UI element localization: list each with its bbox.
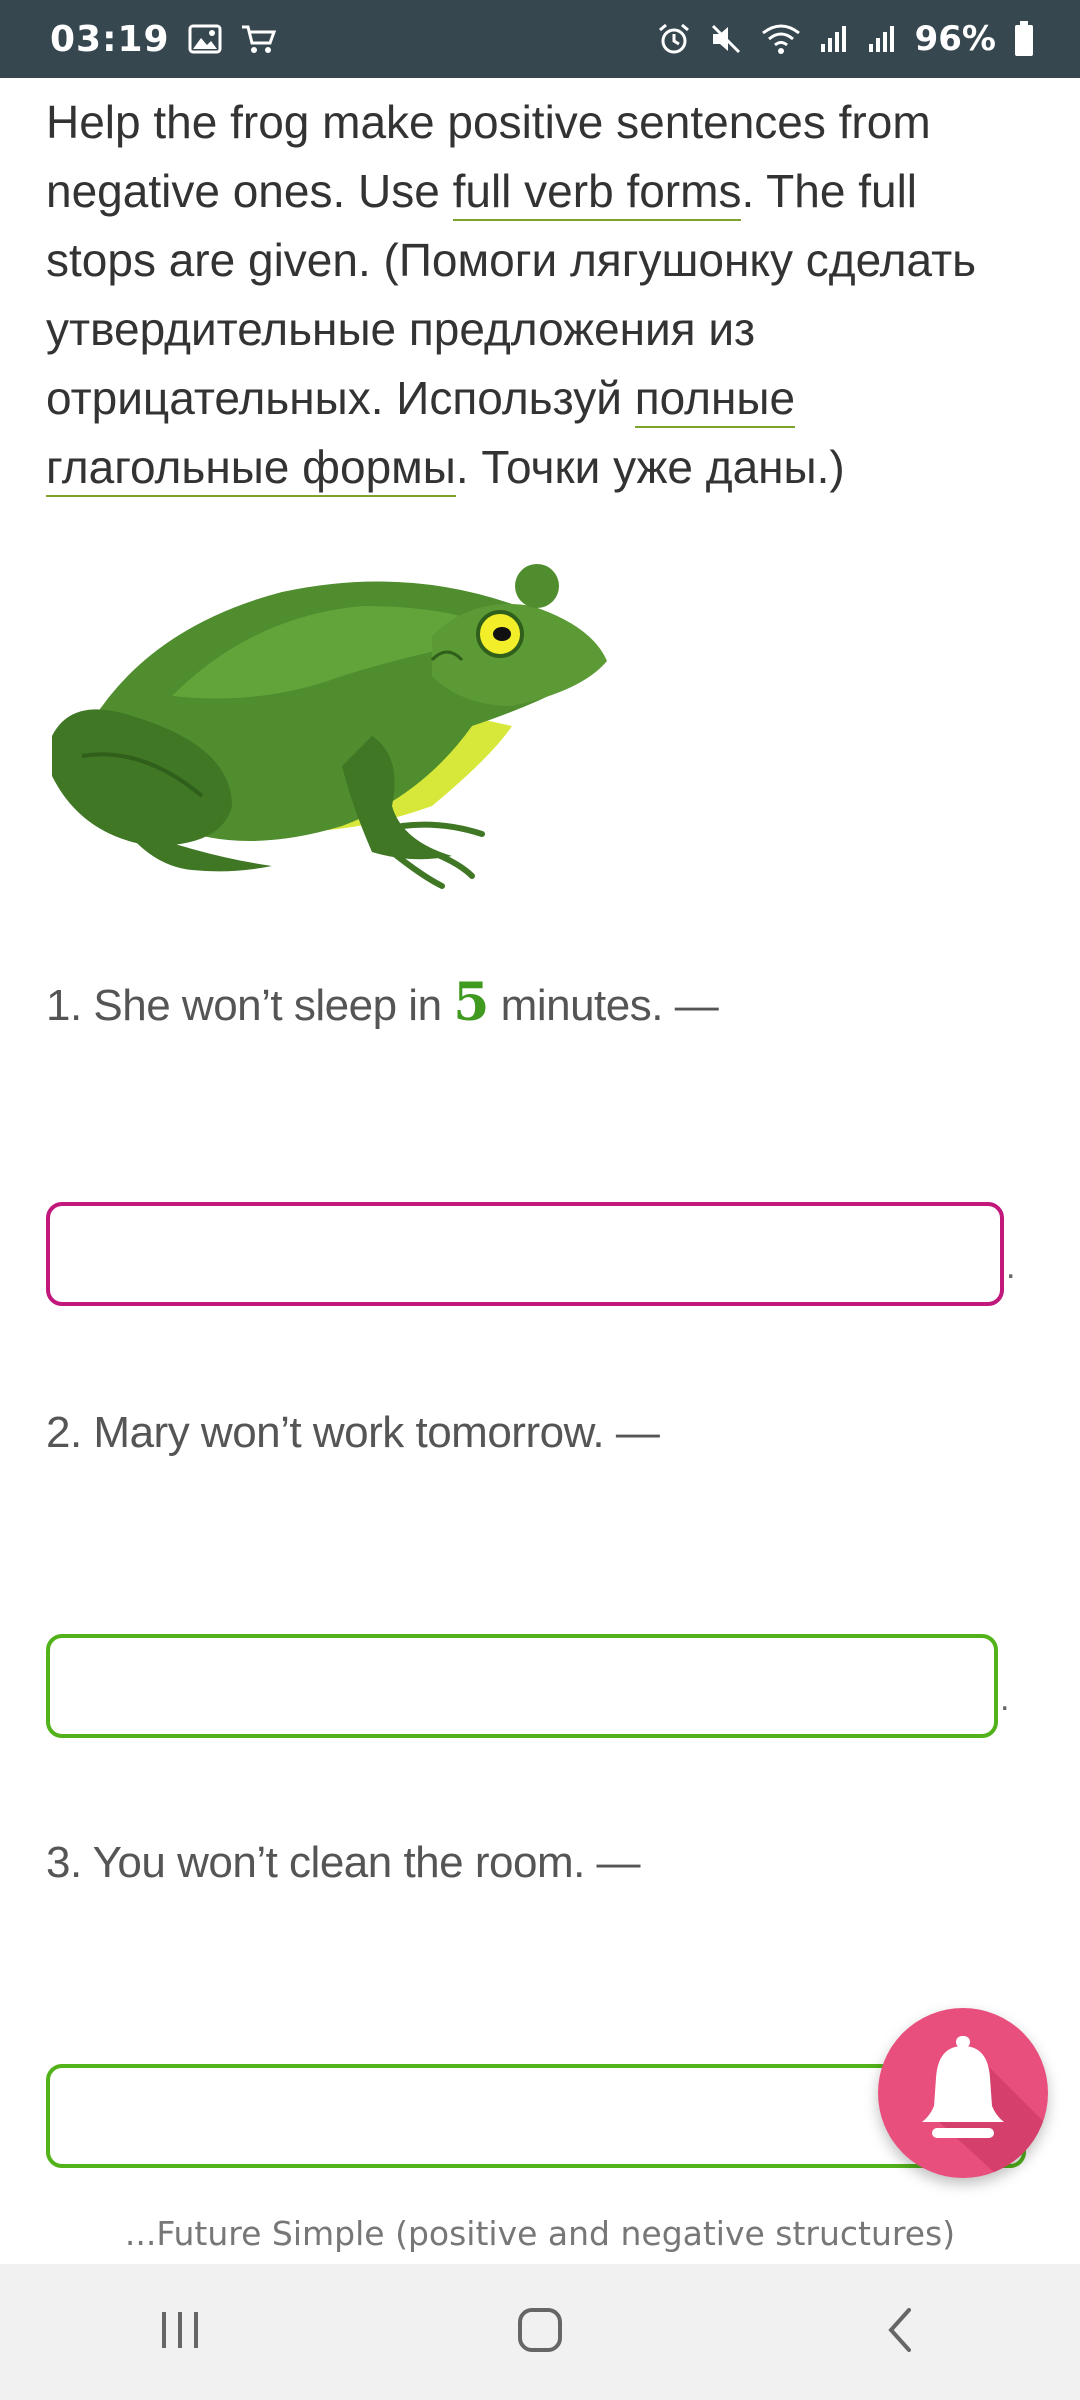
instructions-text: Help the frog make positive sentences fr… [46, 88, 1036, 502]
page-footer-title[interactable]: ...Future Simple (positive and negative … [0, 2214, 1080, 2253]
question-3: 3. You won’t clean the room. — [46, 1838, 641, 1887]
signal-icon [819, 24, 849, 54]
full-stop-1: . [1006, 1248, 1016, 1286]
frog-illustration [42, 556, 622, 906]
back-button[interactable] [840, 2282, 960, 2382]
bell-icon [878, 2008, 1048, 2178]
full-stop-2: . [1000, 1680, 1010, 1718]
question-1-prefix: 1. She won’t sleep in [46, 981, 454, 1030]
question-1-suffix: minutes. — [488, 981, 719, 1030]
question-1-number: 5 [453, 972, 489, 1033]
signal-icon [867, 24, 897, 54]
navigation-bar [0, 2264, 1080, 2400]
battery-icon [1014, 21, 1034, 57]
question-2: 2. Mary won’t work tomorrow. — [46, 1408, 660, 1457]
wifi-icon [761, 23, 801, 55]
glossary-term-full-verb-forms[interactable]: full verb forms [452, 165, 742, 221]
status-bar: 03:19 96% [0, 0, 1080, 78]
recents-button[interactable] [120, 2282, 240, 2382]
battery-percent: 96% [914, 19, 996, 59]
gallery-icon [188, 24, 222, 54]
back-icon [883, 2306, 917, 2359]
notification-button[interactable] [878, 2008, 1048, 2178]
answer-input-2[interactable] [46, 1634, 998, 1738]
answer-input-1[interactable] [46, 1202, 1004, 1306]
question-1: 1. She won’t sleep in 5 minutes. — [46, 972, 1026, 1033]
recents-icon [158, 2310, 202, 2355]
status-bar-right: 96% [657, 19, 1034, 59]
cart-icon [240, 23, 278, 55]
instructions-part: . Точки уже даны.) [455, 441, 845, 493]
status-time: 03:19 [50, 18, 170, 60]
mute-icon [709, 22, 743, 56]
home-button[interactable] [480, 2282, 600, 2382]
home-icon [516, 2306, 564, 2359]
alarm-icon [657, 22, 691, 56]
status-bar-left: 03:19 [50, 19, 278, 60]
